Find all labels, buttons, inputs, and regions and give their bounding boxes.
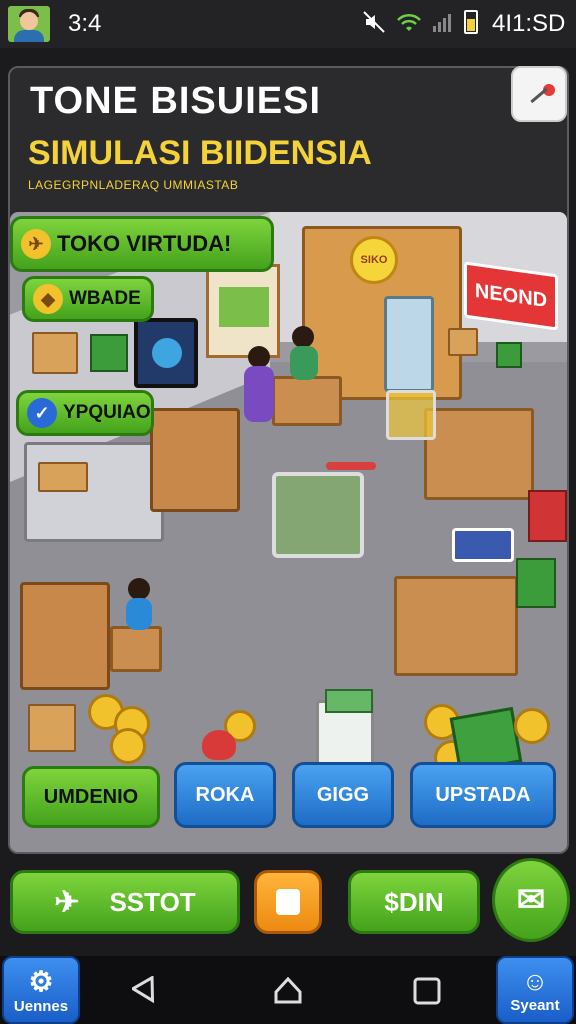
coin-icon	[514, 708, 550, 744]
ticket-icon: ✉	[516, 881, 546, 919]
clerk-body	[126, 598, 152, 630]
ticket-button[interactable]: ✉	[492, 858, 570, 942]
wbade-button[interactable]: ◆ WBADE	[22, 276, 154, 322]
sstot-label: SSTOT	[109, 886, 196, 917]
left-display-shelf	[24, 442, 164, 542]
product-green-box	[90, 334, 128, 372]
boxing-glove-icon	[202, 730, 236, 760]
wbade-label: WBADE	[69, 288, 141, 309]
sdin-label: $DIN	[384, 886, 444, 917]
umdenio-label: UMDENIO	[43, 785, 139, 808]
profile-button[interactable]: ☺ Syeant	[496, 956, 574, 1024]
product-box	[32, 332, 78, 374]
upstada-button[interactable]: UPSTADA	[410, 762, 556, 828]
status-icons	[362, 10, 478, 34]
toko-virtual-label: TOKO VIRTUDA!	[57, 231, 232, 256]
roka-button[interactable]: ROKA	[174, 762, 276, 828]
product-green-box	[516, 558, 556, 608]
shop-sign: SIKO	[350, 236, 398, 284]
roka-label: ROKA	[195, 783, 255, 806]
mute-icon	[363, 11, 385, 33]
drink-fridge	[384, 296, 434, 392]
page-subtitle: SIMULASI BIIDENSIA	[28, 134, 372, 172]
product-green-box	[496, 342, 522, 368]
settings-label: Uennes	[13, 998, 69, 1015]
shopper-person	[248, 346, 270, 368]
wall-poster	[206, 264, 280, 358]
ypquiao-label: YPQUIAO	[63, 402, 151, 423]
page-title: TONE BISUIESI	[30, 80, 322, 122]
recents-icon[interactable]	[412, 976, 442, 1006]
sstot-button[interactable]: ✈ SSTOT	[10, 870, 240, 934]
wall-monitor	[134, 318, 198, 388]
right-counter	[424, 408, 534, 500]
airplane-icon: ✈	[54, 885, 80, 919]
battery-icon	[464, 10, 478, 34]
price-board	[452, 528, 514, 562]
signal-icon	[433, 14, 451, 32]
gigg-label: GIGG	[316, 783, 370, 806]
profile-icon: ☺	[521, 966, 549, 996]
profile-label: Syeant	[510, 997, 560, 1014]
back-icon[interactable]	[132, 976, 162, 1006]
corner-shelf	[20, 582, 110, 690]
close-icon	[530, 87, 548, 104]
shopping-cart[interactable]	[272, 462, 376, 558]
status-time-right: 4I1:SD	[492, 10, 566, 37]
airplane-icon: ✈	[21, 229, 51, 259]
page-tagline: LAGEGRPNLADERAQ UMMIASTAB	[28, 178, 239, 192]
front-counter	[394, 576, 518, 676]
umdenio-button[interactable]: UMDENIO	[22, 766, 160, 828]
close-button[interactable]	[511, 66, 567, 122]
wifi-icon	[397, 13, 421, 31]
shield-icon: ◆	[33, 284, 63, 314]
toko-virtual-button[interactable]: ✈ TOKO VIRTUDA!	[10, 216, 274, 272]
small-cart	[386, 390, 436, 440]
status-bar: 3:4 4I1:SD	[0, 0, 576, 48]
product-box	[28, 704, 76, 752]
product-red-box	[528, 490, 567, 542]
sdin-button[interactable]: $DIN	[348, 870, 480, 934]
gear-icon: ⚙	[28, 966, 54, 997]
lock-icon	[276, 889, 300, 915]
coin-icon	[110, 728, 146, 764]
lock-button[interactable]	[254, 870, 322, 934]
cashier-person	[292, 326, 314, 348]
check-icon: ✓	[27, 398, 57, 428]
settings-button[interactable]: ⚙ Uennes	[2, 956, 80, 1024]
home-icon[interactable]	[272, 974, 304, 1006]
product-box	[448, 328, 478, 356]
cashier-counter	[272, 376, 342, 426]
avatar[interactable]	[8, 6, 50, 42]
wood-shelf	[150, 408, 240, 512]
cash-bag-icon	[316, 689, 374, 766]
small-counter	[110, 626, 162, 672]
ypquiao-button[interactable]: ✓ YPQUIAO	[16, 390, 154, 436]
clerk-person	[128, 578, 150, 600]
product-box	[38, 462, 88, 492]
cashier-body	[290, 346, 318, 380]
upstada-label: UPSTADA	[435, 783, 531, 806]
status-time: 3:4	[68, 10, 102, 37]
gigg-button[interactable]: GIGG	[292, 762, 394, 828]
shopper-body	[244, 366, 274, 422]
